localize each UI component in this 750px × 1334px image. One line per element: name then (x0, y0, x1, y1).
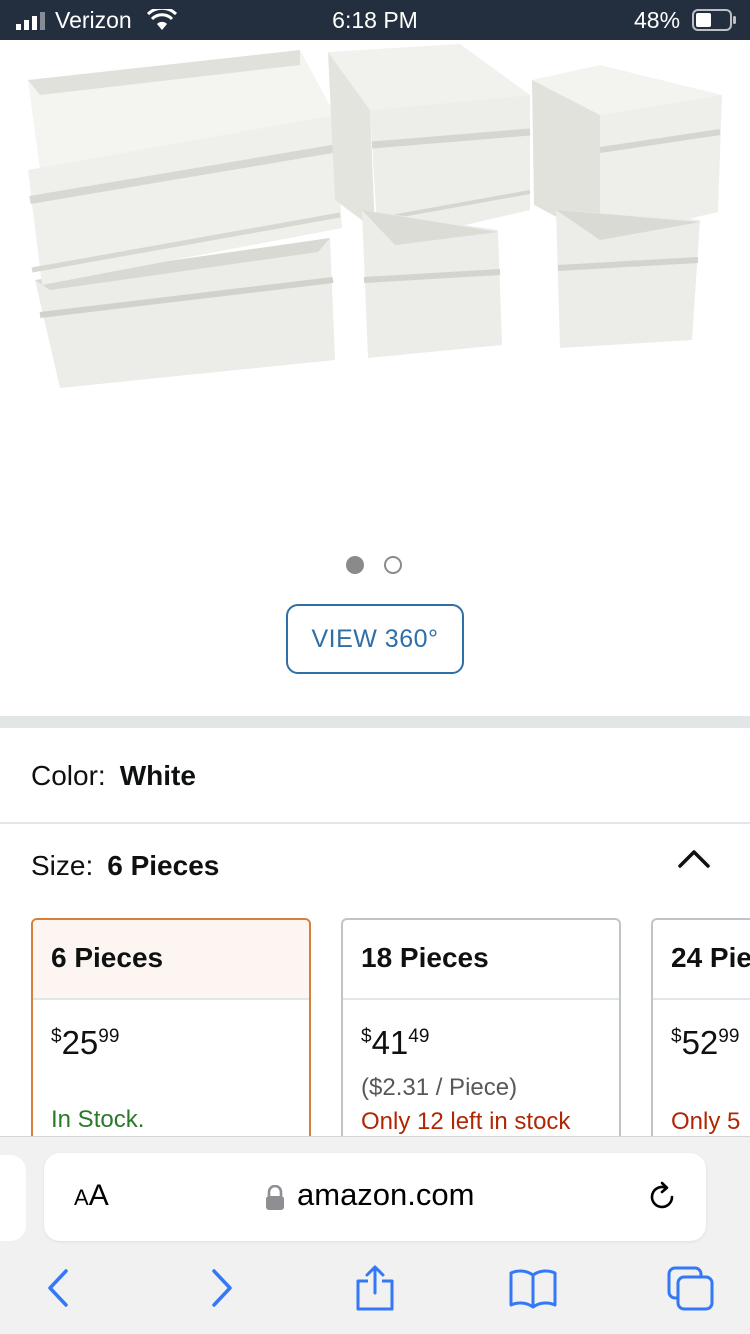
text-size-small-glyph: A (74, 1185, 89, 1210)
divider (0, 822, 750, 824)
price-fraction: 49 (408, 1026, 430, 1047)
image-pager[interactable] (346, 556, 406, 574)
price-fraction: 99 (718, 1026, 740, 1047)
option-name: 18 Pieces (343, 920, 619, 1000)
forward-icon[interactable] (196, 1265, 246, 1311)
text-size-large-glyph: A (88, 1179, 109, 1212)
pager-dot[interactable] (384, 556, 402, 574)
price-whole: 52 (681, 1024, 719, 1061)
storage-box (362, 210, 502, 358)
bookmarks-icon[interactable] (508, 1265, 558, 1311)
reload-icon[interactable] (644, 1179, 680, 1215)
option-price: $4149 (361, 1024, 429, 1062)
price-whole: 25 (61, 1024, 99, 1061)
status-bar: Verizon 6:18 PM 48% (0, 0, 750, 40)
battery-icon (692, 9, 736, 31)
size-label: Size: (31, 850, 94, 881)
price-symbol: $ (361, 1026, 372, 1047)
product-image[interactable] (0, 40, 750, 510)
address-bar[interactable]: AA amazon.com (44, 1153, 706, 1241)
price-whole: 41 (371, 1024, 409, 1061)
pager-dot-active[interactable] (346, 556, 364, 574)
chevron-up-icon[interactable] (676, 846, 712, 872)
option-price: $5299 (671, 1024, 739, 1062)
view-360-button[interactable]: VIEW 360° (286, 604, 464, 674)
battery-percentage: 48% (634, 7, 681, 33)
stock-status: In Stock. (51, 1106, 145, 1133)
price-symbol: $ (671, 1026, 682, 1047)
previous-tab-preview[interactable] (0, 1155, 26, 1241)
size-selector: Size: 6 Pieces (31, 850, 219, 882)
storage-box (328, 44, 531, 245)
browser-toolbar: AA amazon.com (0, 1136, 750, 1334)
back-icon[interactable] (36, 1265, 86, 1311)
share-icon[interactable] (350, 1265, 400, 1311)
option-name: 6 Pieces (33, 920, 309, 1000)
option-price: $2599 (51, 1024, 119, 1062)
price-fraction: 99 (98, 1026, 120, 1047)
storage-box (556, 210, 700, 348)
url-text: amazon.com (297, 1177, 475, 1212)
option-name: 24 Pie (653, 920, 750, 1000)
color-value: White (119, 760, 196, 791)
price-per-piece: ($2.31 / Piece) (361, 1074, 518, 1101)
stock-status: Only 12 left in stock (361, 1108, 571, 1135)
section-divider (0, 716, 750, 728)
lock-icon (266, 1185, 284, 1210)
price-symbol: $ (51, 1026, 62, 1047)
stock-status: Only 5 (671, 1108, 741, 1135)
tabs-icon[interactable] (666, 1265, 716, 1311)
text-size-button[interactable]: AA (74, 1179, 109, 1213)
size-value: 6 Pieces (107, 850, 220, 881)
color-selector: Color: White (31, 760, 196, 792)
color-label: Color: (31, 760, 106, 791)
